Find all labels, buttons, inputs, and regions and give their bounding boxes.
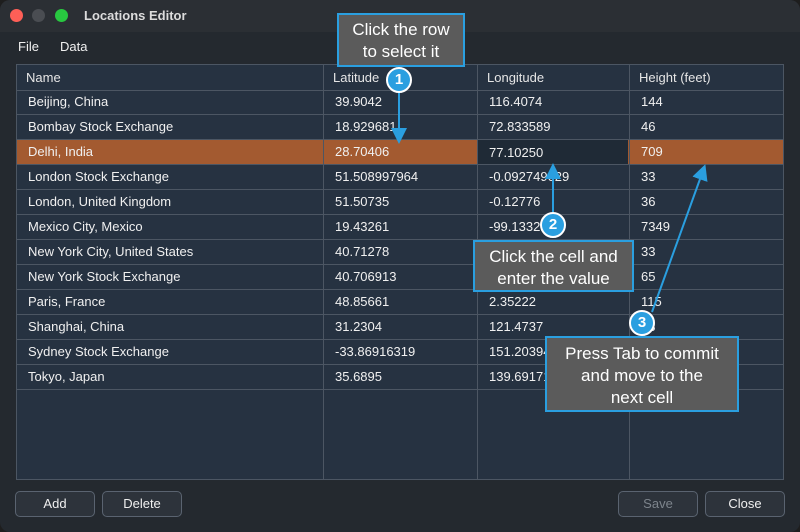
callout-text: to select it: [362, 42, 440, 61]
callout-text: Click the row: [352, 20, 450, 39]
latitude-cell[interactable]: 18.929681: [324, 115, 477, 139]
height-cell[interactable]: 33: [630, 165, 783, 189]
height-cell[interactable]: 36: [630, 190, 783, 214]
callout-text: Click the cell and: [489, 247, 618, 266]
table-row[interactable]: London, United Kingdom 51.50735 -0.12776 36: [17, 190, 783, 215]
close-button[interactable]: Close: [705, 491, 785, 517]
table-row[interactable]: Delhi, India28.70406 709: [17, 140, 783, 165]
longitude-cell-editor[interactable]: [478, 140, 628, 164]
name-cell[interactable]: London, United Kingdom: [17, 190, 324, 214]
latitude-cell[interactable]: -33.86916319: [324, 340, 477, 364]
column-header-height[interactable]: Height (feet): [630, 65, 783, 90]
name-cell[interactable]: Sydney Stock Exchange: [17, 340, 324, 364]
step-2-badge: 2: [540, 212, 566, 238]
step-1-badge: 1: [386, 67, 412, 93]
name-cell[interactable]: New York Stock Exchange: [17, 265, 324, 289]
column-header-name[interactable]: Name: [17, 65, 324, 90]
callout-select-row: Click the row to select it: [337, 13, 465, 67]
callout-enter-value: Click the cell and enter the value: [473, 240, 634, 292]
delete-button[interactable]: Delete: [102, 491, 182, 517]
save-button[interactable]: Save: [618, 491, 698, 517]
name-cell[interactable]: Bombay Stock Exchange: [17, 115, 324, 139]
height-cell[interactable]: 115: [630, 290, 783, 314]
table-row[interactable]: Bombay Stock Exchange 18.929681 72.833589 4…: [17, 115, 783, 140]
latitude-cell[interactable]: 40.71278: [324, 240, 477, 264]
callout-text: next cell: [610, 388, 674, 407]
callout-text: Press Tab to commit: [565, 344, 719, 363]
height-cell[interactable]: 65: [630, 265, 783, 289]
step-3-badge: 3: [629, 310, 655, 336]
latitude-cell[interactable]: 31.2304: [324, 315, 477, 339]
height-cell[interactable]: 33: [630, 240, 783, 264]
table-row[interactable]: Paris, France 48.85661 2.35222 115: [17, 290, 783, 315]
longitude-cell[interactable]: 2.35222: [478, 290, 631, 314]
table-row[interactable]: London Stock Exchange 51.508997964 -0.0927…: [17, 165, 783, 190]
latitude-cell[interactable]: 19.43261: [324, 215, 477, 239]
window-title: Locations Editor: [84, 8, 187, 23]
latitude-cell[interactable]: 28.70406: [324, 140, 477, 164]
name-cell[interactable]: Paris, France: [17, 290, 324, 314]
longitude-cell[interactable]: 116.4074: [478, 90, 631, 114]
table-row[interactable]: New York City, United States40.71278-74.…: [17, 240, 783, 265]
table-row[interactable]: Beijing, China 39.9042 116.4074 144: [17, 90, 783, 115]
latitude-cell[interactable]: 51.50735: [324, 190, 477, 214]
callout-press-tab: Press Tab to commit and move to the next…: [545, 336, 739, 412]
latitude-cell[interactable]: 48.85661: [324, 290, 477, 314]
latitude-cell[interactable]: 40.706913: [324, 265, 477, 289]
latitude-cell[interactable]: 35.6895: [324, 365, 477, 389]
name-cell[interactable]: New York City, United States: [17, 240, 324, 264]
locations-table[interactable]: Name Latitude Longitude Height (feet) Be…: [16, 64, 784, 480]
name-cell[interactable]: Delhi, India: [17, 140, 324, 164]
column-header-longitude[interactable]: Longitude: [478, 65, 631, 90]
menu-data[interactable]: Data: [60, 39, 87, 54]
table-row[interactable]: Mexico City, Mexico 19.43261 -99.13321 7349: [17, 215, 783, 240]
maximize-window-icon[interactable]: [55, 9, 68, 22]
height-cell[interactable]: 46: [630, 115, 783, 139]
latitude-cell[interactable]: 51.508997964: [324, 165, 477, 189]
callout-text: enter the value: [497, 269, 610, 288]
longitude-cell[interactable]: -0.092749629: [478, 165, 631, 189]
name-cell[interactable]: London Stock Exchange: [17, 165, 324, 189]
name-cell[interactable]: Tokyo, Japan: [17, 365, 324, 389]
close-window-icon[interactable]: [10, 9, 23, 22]
height-cell[interactable]: 7349: [630, 215, 783, 239]
name-cell[interactable]: Mexico City, Mexico: [17, 215, 324, 239]
longitude-cell[interactable]: 72.833589: [478, 115, 631, 139]
height-cell[interactable]: 144: [630, 90, 783, 114]
column-divider: [323, 65, 324, 479]
name-cell[interactable]: Shanghai, China: [17, 315, 324, 339]
add-button[interactable]: Add: [15, 491, 95, 517]
height-cell[interactable]: 709: [630, 140, 783, 164]
latitude-cell[interactable]: 39.9042: [324, 90, 477, 114]
callout-text: and move to the: [581, 366, 703, 385]
table-row[interactable]: New York Stock Exchange40.706913-74.0113…: [17, 265, 783, 290]
name-cell[interactable]: Beijing, China: [17, 90, 324, 114]
longitude-cell[interactable]: -0.12776: [478, 190, 631, 214]
menu-file[interactable]: File: [18, 39, 39, 54]
minimize-window-icon[interactable]: [32, 9, 45, 22]
